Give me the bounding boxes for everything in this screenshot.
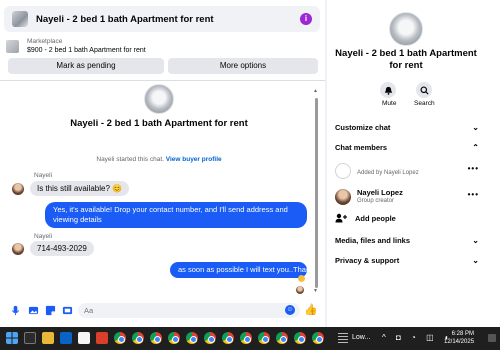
conversation-title: Nayeli - 2 bed 1 bath Apartment for rent	[70, 118, 248, 129]
taskbar: Low... ^ ◘ ◔ ◫ ◖ 6:28 PM 12/14/2025	[0, 327, 500, 350]
thumbs-up-icon[interactable]: 👍	[304, 304, 318, 316]
mute-label: Mute	[382, 100, 397, 107]
scroll-down-arrow-icon[interactable]: ▼	[313, 288, 318, 294]
chrome-icon[interactable]	[258, 332, 270, 344]
more-icon[interactable]: •••	[468, 164, 479, 173]
chrome-icon[interactable]	[114, 332, 126, 344]
mark-as-pending-button[interactable]: Mark as pending	[8, 58, 164, 74]
listing-thumbnail	[6, 39, 19, 53]
search-icon[interactable]	[416, 82, 432, 98]
marketplace-label: Marketplace	[27, 38, 63, 45]
file-explorer-icon[interactable]	[42, 332, 54, 344]
message-text: Is this still available?	[37, 184, 110, 193]
chrome-icon[interactable]	[204, 332, 216, 344]
member-row[interactable]: Nayeli Lopez Group creator •••	[335, 186, 479, 210]
search-label: Search	[414, 100, 435, 107]
avatar	[335, 163, 351, 179]
chrome-icon[interactable]	[222, 332, 234, 344]
chevron-down-icon: ⌄	[472, 122, 479, 132]
gif-icon[interactable]	[62, 305, 73, 316]
avatar	[335, 189, 351, 205]
app-icon[interactable]	[96, 332, 108, 344]
privacy-support-section[interactable]: Privacy & support ⌄	[335, 253, 479, 267]
emoji-icon[interactable]: ☺	[285, 305, 295, 315]
media-files-links-section[interactable]: Media, files and links ⌄	[335, 233, 479, 247]
chat-title: Nayeli - 2 bed 1 bath Apartment for rent	[36, 13, 214, 25]
section-label: Media, files and links	[335, 235, 411, 245]
add-person-icon	[335, 213, 347, 223]
details-title: Nayeli - 2 bed 1 bath Apartment for rent	[335, 48, 477, 71]
chrome-icon[interactable]	[294, 332, 306, 344]
weather-text[interactable]: Low...	[352, 334, 370, 341]
section-label: Customize chat	[335, 122, 391, 132]
listing-avatar	[12, 11, 28, 27]
bell-icon[interactable]	[380, 82, 396, 98]
details-avatar	[389, 12, 423, 46]
customize-chat-section[interactable]: Customize chat ⌄	[335, 120, 479, 134]
sender-name: Nayeli	[34, 172, 53, 179]
clock-time: 6:28 PM	[451, 331, 475, 337]
message-list[interactable]: Nayeli - 2 bed 1 bath Apartment for rent…	[0, 82, 312, 294]
info-icon[interactable]: i	[300, 13, 312, 25]
task-view-icon[interactable]	[24, 332, 36, 344]
chat-pane: Nayeli - 2 bed 1 bath Apartment for rent…	[0, 0, 325, 327]
listing-price-title: $900 - 2 bed 1 bath Apartment for rent	[27, 47, 146, 54]
composer: ☺ 👍	[0, 300, 325, 322]
chrome-icon[interactable]	[132, 332, 144, 344]
sender-avatar[interactable]	[12, 243, 24, 255]
view-buyer-profile-link[interactable]: View buyer profile	[166, 156, 222, 163]
clock-date: 12/14/2025	[444, 339, 475, 345]
details-pane: Nayeli - 2 bed 1 bath Apartment for rent…	[327, 0, 500, 327]
sticker-icon[interactable]	[45, 305, 56, 316]
message-bubble-outgoing[interactable]: as soon as possible I will text you..Tha…	[170, 262, 312, 278]
chevron-down-icon: ⌄	[472, 235, 479, 245]
more-options-button[interactable]: More options	[168, 58, 318, 74]
clock[interactable]: 6:28 PM 12/14/2025	[444, 330, 474, 346]
windows-start-icon[interactable]	[6, 332, 18, 344]
seen-avatar-icon	[296, 286, 304, 294]
sender-avatar[interactable]	[12, 183, 24, 195]
chrome-icon[interactable]	[240, 332, 252, 344]
app-icon[interactable]	[78, 332, 90, 344]
member-name: Nayeli Lopez	[357, 188, 403, 197]
add-people-label: Add people	[355, 213, 396, 223]
message-input[interactable]	[78, 303, 300, 318]
chrome-icon[interactable]	[312, 332, 324, 344]
add-people-button[interactable]: Add people	[335, 213, 396, 223]
outlook-icon[interactable]	[60, 332, 72, 344]
chrome-icon[interactable]	[168, 332, 180, 344]
member-subtitle: Group creator	[357, 198, 395, 204]
member-subtitle: Added by Nayeli Lopez	[357, 170, 419, 176]
chevron-down-icon: ⌄	[472, 255, 479, 265]
member-row[interactable]: Added by Nayeli Lopez •••	[335, 160, 479, 184]
smile-emoji: 😊	[112, 184, 123, 193]
photo-icon[interactable]	[28, 305, 39, 316]
reaction-emoji-icon	[298, 275, 305, 282]
chat-started-notice: Nayeli started this chat. View buyer pro…	[0, 156, 312, 163]
scroll-up-arrow-icon[interactable]: ▲	[313, 88, 318, 94]
marketplace-listing[interactable]: Marketplace $900 - 2 bed 1 bath Apartmen…	[6, 36, 146, 56]
section-label: Chat members	[335, 142, 388, 152]
divider	[0, 80, 325, 81]
chrome-icon[interactable]	[276, 332, 288, 344]
chat-members-section[interactable]: Chat members ⌃	[335, 140, 479, 154]
started-text: Nayeli started this chat.	[96, 156, 164, 163]
message-bubble-incoming[interactable]: 714-493-2029	[30, 241, 94, 256]
message-bubble-incoming[interactable]: Is this still available? 😊	[30, 181, 130, 196]
scrollbar-thumb[interactable]	[315, 98, 318, 288]
section-label: Privacy & support	[335, 255, 400, 265]
sender-name: Nayeli	[34, 233, 53, 240]
more-icon[interactable]: •••	[468, 190, 479, 199]
chat-header[interactable]: Nayeli - 2 bed 1 bath Apartment for rent…	[4, 6, 320, 32]
chrome-icon[interactable]	[150, 332, 162, 344]
conversation-avatar	[144, 84, 174, 114]
message-bubble-outgoing[interactable]: Yes, it's available! Drop your contact n…	[45, 202, 307, 228]
chrome-icon[interactable]	[186, 332, 198, 344]
weather-icon[interactable]	[338, 333, 348, 343]
microphone-icon[interactable]	[10, 305, 21, 316]
notifications-icon[interactable]	[488, 334, 496, 342]
system-tray[interactable]: ^ ◘ ◔ ◫ ◖	[382, 333, 453, 342]
chevron-up-icon: ⌃	[472, 142, 479, 152]
